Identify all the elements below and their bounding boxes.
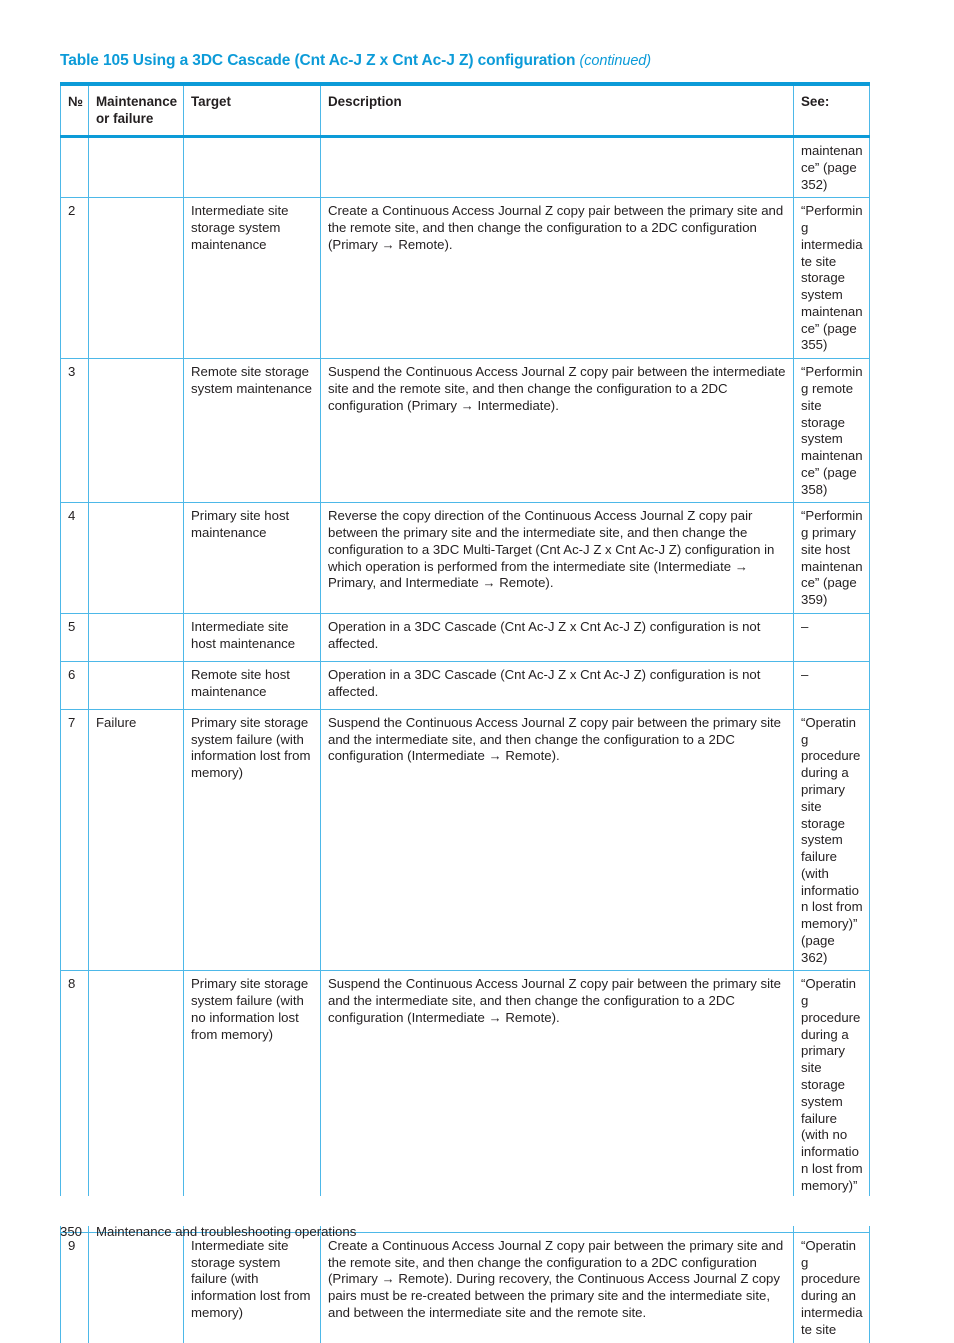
cell-no: 3 [60, 358, 89, 504]
column-header-maintenance-or-failure: Maintenance or failure [88, 82, 184, 139]
table-row: 4 Primary site host maintenance Reverse … [60, 502, 870, 614]
table-row: 2 Intermediate site storage system maint… [60, 197, 870, 360]
table-row: 9 Intermediate site storage system failu… [60, 1231, 870, 1343]
footer-page-number: 350 [60, 1224, 83, 1239]
table-header-row: № Maintenance or failure Target Descript… [60, 82, 870, 139]
footer-section-title: Maintenance and troubleshooting operatio… [96, 1224, 357, 1239]
cell-target: Primary site host maintenance [183, 502, 321, 614]
cell-description: Create a Continuous Access Journal Z cop… [320, 197, 794, 360]
cell-see-link[interactable]: “Performing intermediate site storage sy… [793, 197, 870, 360]
column-header-target: Target [183, 82, 321, 139]
table-row: 7 Failure Primary site storage system fa… [60, 708, 870, 972]
cell-maintenance [88, 136, 184, 199]
cell-see-link[interactable]: “Operating procedure during an intermedi… [793, 1231, 870, 1343]
cell-no: 2 [60, 197, 89, 360]
cell-target: Primary site storage system failure (wit… [183, 970, 321, 1233]
cell-no: 5 [60, 612, 89, 662]
table-row: 8 Primary site storage system failure (w… [60, 970, 870, 1233]
cell-maintenance [88, 1231, 184, 1343]
cell-no: 7 [60, 708, 89, 972]
cell-maintenance [88, 502, 184, 614]
cell-target: Primary site storage system failure (wit… [183, 708, 321, 972]
cell-target: Intermediate site storage system failure… [183, 1231, 321, 1343]
cell-no: 9 [60, 1231, 89, 1343]
page-bottom-mask [0, 1196, 954, 1226]
table-105: № Maintenance or failure Target Descript… [60, 82, 870, 1343]
cell-maintenance [88, 612, 184, 662]
column-header-see: See: [793, 82, 870, 139]
column-header-no: № [60, 82, 89, 139]
cell-see-link[interactable]: maintenance” (page 352) [793, 136, 870, 199]
cell-see-link[interactable]: “Operating procedure during a primary si… [793, 970, 870, 1233]
table-row: 3 Remote site storage system maintenance… [60, 358, 870, 504]
table-caption-main: Table 105 Using a 3DC Cascade (Cnt Ac-J … [60, 52, 576, 69]
cell-no: 8 [60, 970, 89, 1233]
cell-description [320, 136, 794, 199]
cell-maintenance [88, 358, 184, 504]
cell-description: Operation in a 3DC Cascade (Cnt Ac-J Z x… [320, 660, 794, 710]
cell-maintenance: Failure [88, 708, 184, 972]
cell-target: Intermediate site storage system mainten… [183, 197, 321, 360]
cell-target: Remote site storage system maintenance [183, 358, 321, 504]
cell-no: 6 [60, 660, 89, 710]
cell-see-link: – [793, 612, 870, 662]
cell-description: Reverse the copy direction of the Contin… [320, 502, 794, 614]
table-caption-continued: (continued) [579, 53, 652, 69]
table-row: 5 Intermediate site host maintenance Ope… [60, 612, 870, 662]
cell-no: 4 [60, 502, 89, 614]
cell-maintenance [88, 197, 184, 360]
cell-maintenance [88, 660, 184, 710]
cell-target: Intermediate site host maintenance [183, 612, 321, 662]
cell-no [60, 136, 89, 199]
column-header-description: Description [320, 82, 794, 139]
cell-description: Create a Continuous Access Journal Z cop… [320, 1231, 794, 1343]
table-row: 6 Remote site host maintenance Operation… [60, 660, 870, 710]
cell-target: Remote site host maintenance [183, 660, 321, 710]
cell-see-link[interactable]: “Operating procedure during a primary si… [793, 708, 870, 972]
cell-see-link: – [793, 660, 870, 710]
cell-see-link[interactable]: “Performing remote site storage system m… [793, 358, 870, 504]
cell-description: Suspend the Continuous Access Journal Z … [320, 708, 794, 972]
cell-description: Suspend the Continuous Access Journal Z … [320, 358, 794, 504]
cell-description: Suspend the Continuous Access Journal Z … [320, 970, 794, 1233]
document-page: Table 105 Using a 3DC Cascade (Cnt Ac-J … [0, 0, 954, 1343]
table-caption: Table 105 Using a 3DC Cascade (Cnt Ac-J … [60, 52, 651, 70]
page-footer: 350 Maintenance and troubleshooting opera… [60, 1224, 356, 1239]
cell-target [183, 136, 321, 199]
table-row: maintenance” (page 352) [60, 136, 870, 199]
cell-maintenance [88, 970, 184, 1233]
cell-description: Operation in a 3DC Cascade (Cnt Ac-J Z x… [320, 612, 794, 662]
cell-see-link[interactable]: “Performing primary site host maintenanc… [793, 502, 870, 614]
